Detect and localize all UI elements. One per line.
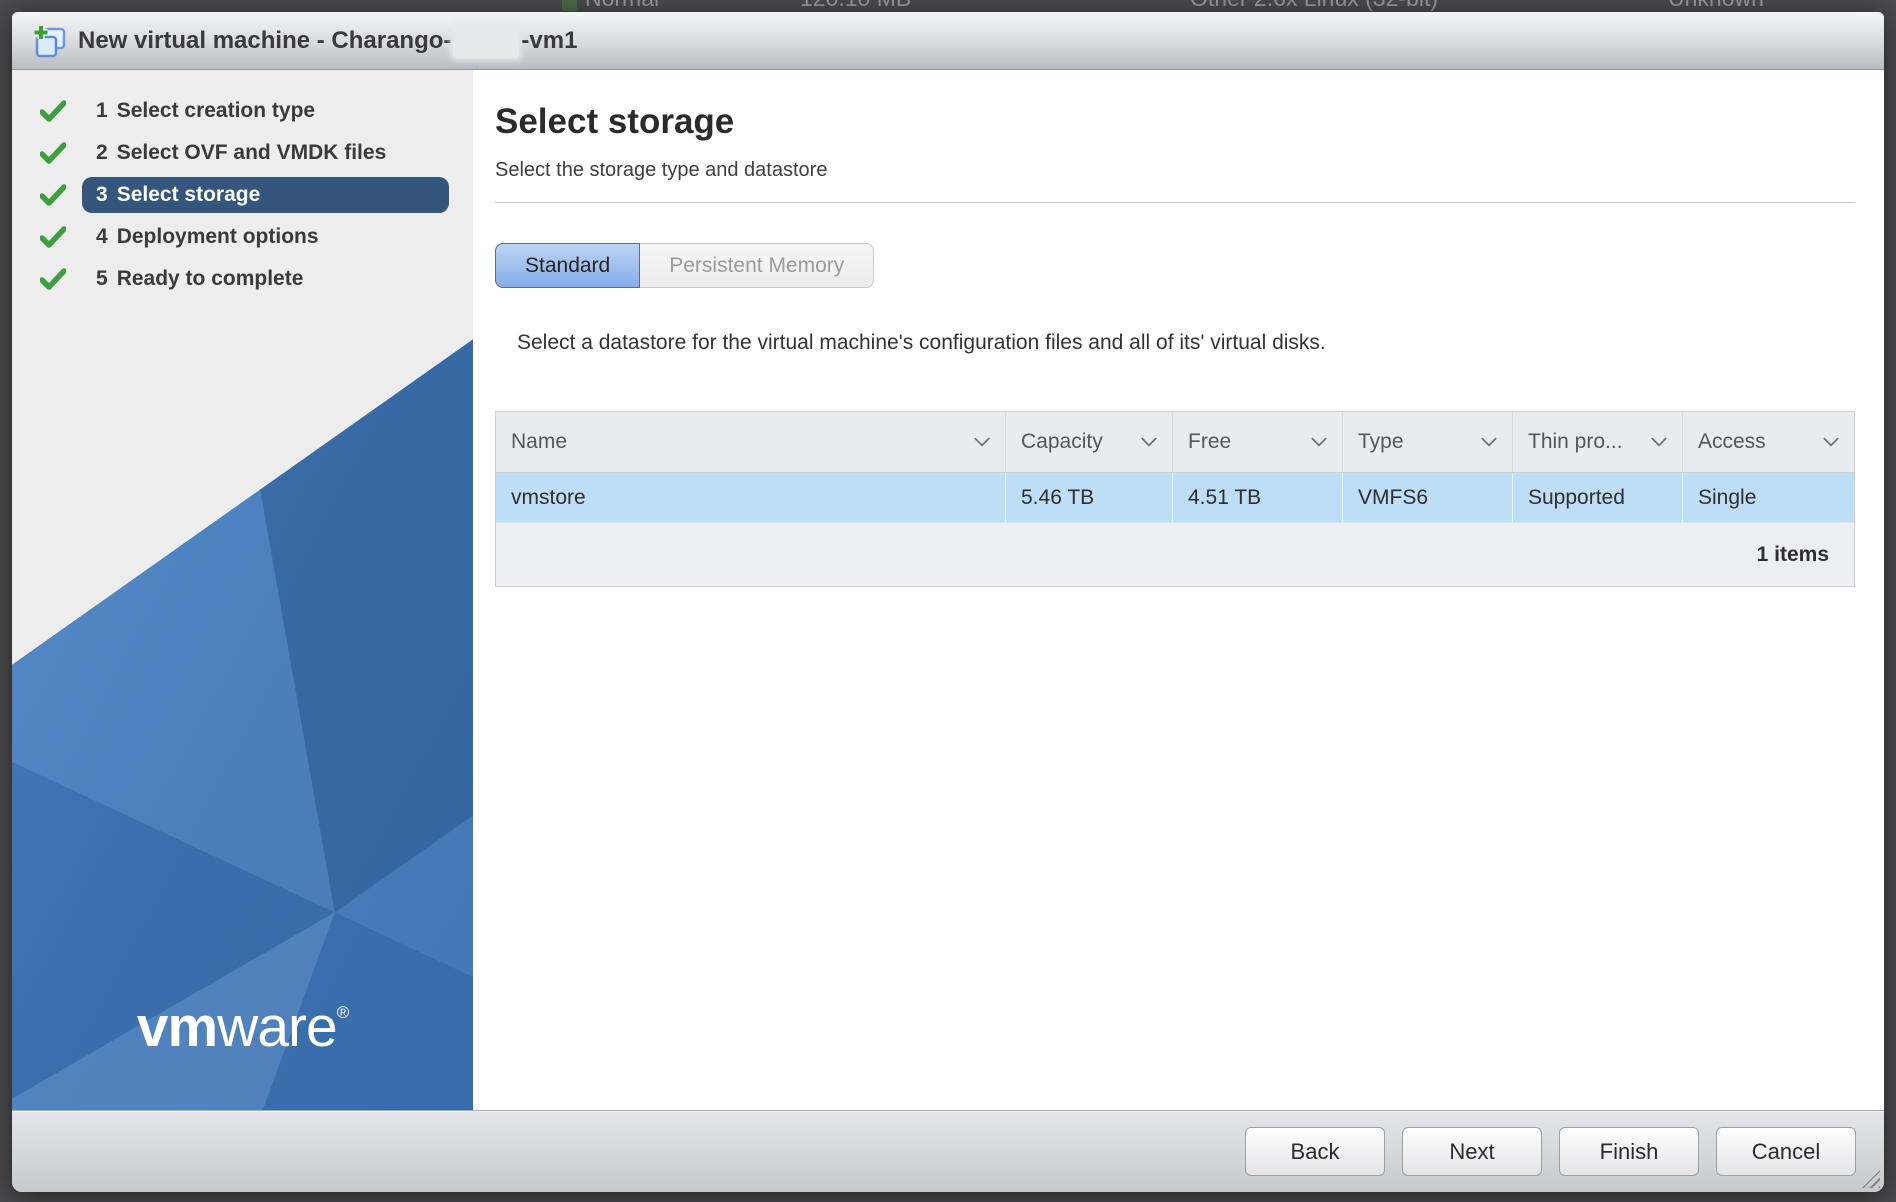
cell-type: VMFS6	[1343, 473, 1513, 522]
new-vm-wizard-dialog: New virtual machine - Charango- -vm1 1 Se…	[12, 12, 1884, 1192]
check-icon	[40, 142, 66, 164]
vmware-logo: vmware®	[136, 995, 349, 1059]
new-vm-icon	[34, 25, 66, 57]
resize-handle[interactable]	[1862, 1170, 1880, 1188]
cell-name: vmstore	[496, 473, 1006, 522]
datastore-instruction-text: Select a datastore for the virtual machi…	[517, 331, 1326, 354]
registered-mark: ®	[336, 1003, 349, 1022]
cell-capacity: 5.46 TB	[1006, 473, 1173, 522]
column-header-thin-provisioning[interactable]: Thin pro...	[1513, 412, 1683, 472]
table-header-row: Name Capacity Free Type Thin pro... Acce…	[496, 412, 1854, 473]
dialog-title: New virtual machine - Charango- -vm1	[78, 23, 578, 58]
cancel-button[interactable]: Cancel	[1716, 1127, 1856, 1176]
background-app-strip: Normal 120.10 MB Other 2.6x Linux (32-bi…	[0, 0, 1896, 12]
chevron-down-icon[interactable]	[1141, 437, 1157, 447]
page-title: Select storage	[495, 102, 735, 141]
chevron-down-icon[interactable]	[1311, 437, 1327, 447]
column-header-access[interactable]: Access	[1683, 412, 1854, 472]
background-fragment: Unknown	[1668, 0, 1764, 12]
cell-free: 4.51 TB	[1173, 473, 1343, 522]
redacted-name-blur	[453, 23, 520, 58]
storage-type-segmented-control: Standard Persistent Memory	[495, 243, 1855, 288]
status-ok-icon	[562, 0, 577, 11]
column-header-type[interactable]: Type	[1343, 412, 1513, 472]
chevron-down-icon[interactable]	[1651, 437, 1667, 447]
dialog-titlebar: New virtual machine - Charango- -vm1	[12, 12, 1884, 70]
cell-access: Single	[1698, 485, 1757, 509]
table-footer: 1 items	[496, 523, 1854, 586]
step-label-active: 3 Select storage	[82, 177, 449, 213]
background-fragment: Other 2.6x Linux (32-bit)	[1190, 0, 1438, 12]
wizard-steps-list: 1 Select creation type 2 Select OVF and VM…	[12, 70, 473, 300]
step-label: 2 Select OVF and VMDK files	[96, 141, 387, 164]
background-fragment: 120.10 MB	[800, 0, 911, 12]
wizard-content: Select storage Select the storage type a…	[473, 70, 1884, 1110]
column-header-free[interactable]: Free	[1173, 412, 1343, 472]
tab-persistent-memory[interactable]: Persistent Memory	[640, 243, 875, 288]
tab-standard[interactable]: Standard	[495, 243, 641, 288]
step-item-deployment-options[interactable]: 4 Deployment options	[12, 216, 473, 258]
dialog-footer: Back Next Finish Cancel	[12, 1110, 1884, 1192]
divider	[495, 202, 1855, 203]
datastore-table: Name Capacity Free Type Thin pro... Acce…	[495, 411, 1855, 587]
check-icon	[40, 184, 66, 206]
chevron-down-icon[interactable]	[974, 437, 990, 447]
next-button[interactable]: Next	[1402, 1127, 1542, 1176]
page-subtitle: Select the storage type and datastore	[495, 159, 828, 181]
items-count: 1 items	[1756, 542, 1829, 566]
step-label: 4 Deployment options	[96, 225, 319, 248]
dialog-title-prefix: New virtual machine - Charango-	[78, 26, 452, 54]
check-icon	[40, 268, 66, 290]
back-button[interactable]: Back	[1245, 1127, 1385, 1176]
step-item-ready-to-complete[interactable]: 5 Ready to complete	[12, 258, 473, 300]
step-item-select-creation-type[interactable]: 1 Select creation type	[12, 90, 473, 132]
table-row-vmstore-selected[interactable]: vmstore 5.46 TB 4.51 TB VMFS6 Supported …	[496, 473, 1854, 523]
check-icon	[40, 226, 66, 248]
step-label: 1 Select creation type	[96, 99, 316, 122]
step-label: 5 Ready to complete	[96, 267, 304, 290]
wizard-sidebar: 1 Select creation type 2 Select OVF and VM…	[12, 70, 473, 1110]
column-header-capacity[interactable]: Capacity	[1006, 412, 1173, 472]
background-fragment: Normal	[585, 0, 659, 12]
column-header-name[interactable]: Name	[496, 412, 1006, 472]
chevron-down-icon[interactable]	[1481, 437, 1497, 447]
check-icon	[40, 100, 66, 122]
step-item-select-storage-active[interactable]: 3 Select storage	[12, 174, 473, 216]
step-item-select-ovf-vmdk[interactable]: 2 Select OVF and VMDK files	[12, 132, 473, 174]
finish-button[interactable]: Finish	[1559, 1127, 1699, 1176]
dialog-title-suffix: -vm1	[521, 26, 578, 54]
cell-thin-provisioning: Supported	[1513, 473, 1683, 522]
chevron-down-icon[interactable]	[1823, 437, 1839, 447]
